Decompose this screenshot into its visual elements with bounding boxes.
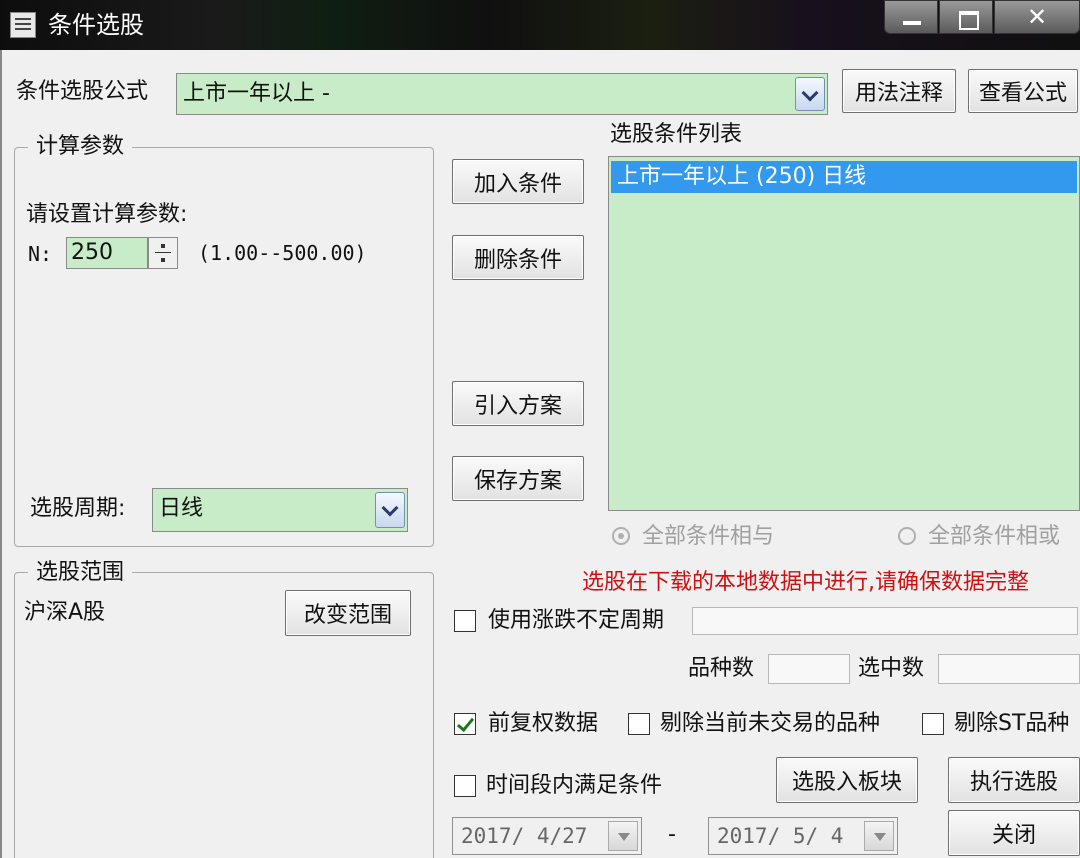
adjusted-label: 前复权数据 (488, 711, 599, 736)
view-formula-button[interactable]: 查看公式 (968, 69, 1078, 113)
title-bar: 条件选股 ✕ (0, 0, 1080, 50)
count-label: 品种数 (688, 656, 755, 681)
conditions-title: 选股条件列表 (610, 122, 743, 147)
variable-period-field[interactable] (692, 607, 1078, 635)
variable-period-checkbox[interactable] (454, 610, 476, 632)
radio-and-label: 全部条件相与 (642, 524, 775, 549)
end-date-picker[interactable]: 2017/ 5/ 4 (708, 817, 898, 855)
selected-count-label: 选中数 (858, 656, 925, 681)
save-plan-button[interactable]: 保存方案 (452, 456, 584, 501)
params-prompt: 请设置计算参数: (26, 202, 188, 227)
period-value: 日线 (159, 496, 204, 521)
end-date-value: 2017/ 5/ 4 (717, 824, 844, 848)
minimize-button[interactable] (884, 0, 938, 34)
exclude-st-checkbox[interactable] (922, 713, 944, 735)
conditions-list[interactable]: 上市一年以上 (250) 日线 (608, 156, 1080, 511)
variable-period-label: 使用涨跌不定周期 (488, 608, 665, 633)
import-plan-button[interactable]: 引入方案 (452, 381, 584, 426)
close-button[interactable]: 关闭 (948, 810, 1080, 856)
chevron-down-icon[interactable] (795, 77, 825, 111)
close-window-button[interactable]: ✕ (994, 0, 1080, 34)
maximize-button[interactable] (939, 0, 993, 34)
exclude-untraded-checkbox[interactable] (628, 713, 650, 735)
formula-label: 条件选股公式 (16, 79, 149, 104)
time-range-checkbox[interactable] (454, 775, 476, 797)
list-item[interactable]: 上市一年以上 (250) 日线 (611, 161, 1077, 193)
exclude-st-label: 剔除ST品种 (954, 711, 1070, 736)
usage-notes-button[interactable]: 用法注释 (842, 69, 956, 113)
stock-screener-dialog: 条件选股公式 上市一年以上 - 用法注释 查看公式 计算参数 请设置计算参数: … (0, 50, 1080, 858)
formula-combo[interactable]: 上市一年以上 - (176, 73, 828, 115)
radio-and[interactable] (612, 527, 630, 545)
add-condition-button[interactable]: 加入条件 (452, 159, 584, 204)
range-value: 沪深A股 (24, 600, 106, 625)
adjusted-checkbox[interactable] (454, 713, 476, 735)
range-group-title: 选股范围 (28, 559, 133, 587)
n-label: N: (28, 242, 53, 266)
delete-condition-button[interactable]: 删除条件 (452, 235, 584, 280)
window-title: 条件选股 (48, 11, 144, 39)
chevron-down-icon[interactable] (864, 821, 894, 851)
n-stepper[interactable] (148, 237, 178, 269)
n-range: (1.00--500.00) (198, 241, 367, 265)
execute-screen-button[interactable]: 执行选股 (948, 757, 1080, 803)
radio-or[interactable] (898, 527, 916, 545)
chevron-down-icon[interactable] (608, 821, 638, 851)
add-to-block-button[interactable]: 选股入板块 (776, 757, 918, 803)
selected-count-field (938, 654, 1080, 684)
params-group-title: 计算参数 (28, 133, 133, 161)
exclude-untraded-label: 剔除当前未交易的品种 (660, 711, 881, 736)
app-icon (10, 12, 36, 38)
period-combo[interactable]: 日线 (152, 488, 408, 532)
time-range-label: 时间段内满足条件 (486, 773, 663, 798)
formula-value: 上市一年以上 - (183, 81, 330, 106)
n-input[interactable]: 250 (66, 237, 148, 269)
chevron-down-icon[interactable] (375, 492, 405, 528)
start-date-picker[interactable]: 2017/ 4/27 (452, 817, 642, 855)
radio-or-label: 全部条件相或 (928, 524, 1061, 549)
count-field (768, 654, 850, 684)
date-separator: - (668, 822, 676, 847)
period-label: 选股周期: (30, 496, 126, 521)
data-notice: 选股在下载的本地数据中进行,请确保数据完整 (582, 570, 1029, 595)
change-range-button[interactable]: 改变范围 (285, 590, 411, 636)
start-date-value: 2017/ 4/27 (461, 824, 588, 848)
